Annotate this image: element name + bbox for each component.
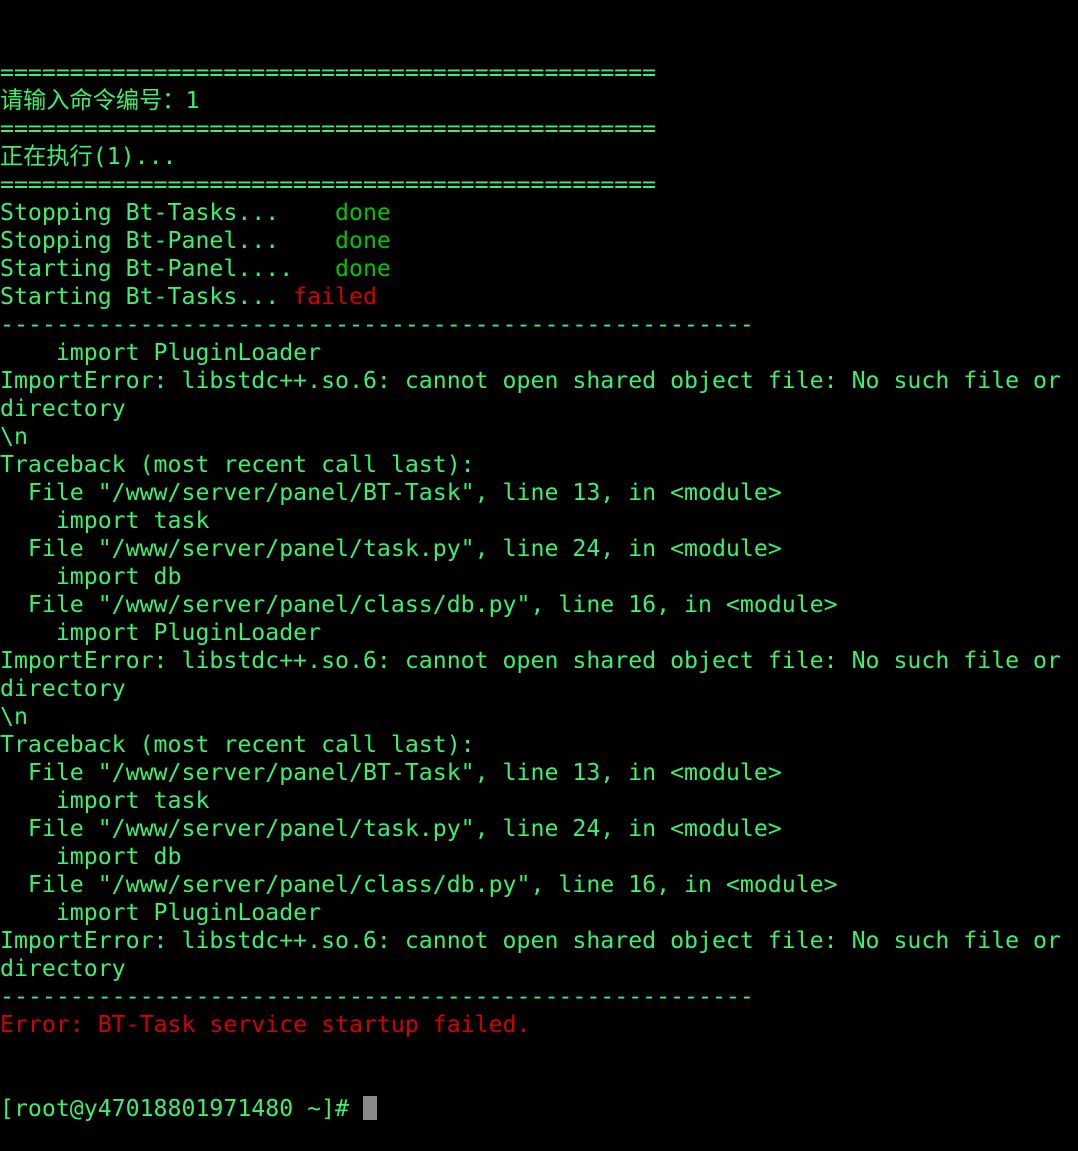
status-done: done	[335, 199, 391, 226]
status-error: failed	[293, 283, 377, 310]
terminal-line: Error: BT-Task service startup failed.	[0, 1011, 1078, 1039]
line-text: ========================================…	[0, 171, 657, 198]
terminal-line: ========================================…	[0, 59, 1078, 87]
terminal-line: import db	[0, 843, 1078, 871]
terminal-line: Stopping Bt-Tasks... done	[0, 199, 1078, 227]
line-text: ========================================…	[0, 115, 657, 142]
text-cursor	[362, 1096, 377, 1120]
line-text: File "/www/server/panel/task.py", line 2…	[0, 535, 782, 562]
line-text: ----------------------------------------…	[0, 983, 754, 1010]
line-text: Starting Bt-Tasks...	[0, 283, 294, 310]
line-text: directory	[0, 675, 126, 702]
terminal-line: Starting Bt-Tasks... failed	[0, 283, 1078, 311]
terminal-line: File "/www/server/panel/class/db.py", li…	[0, 871, 1078, 899]
line-text: Traceback (most recent call last):	[0, 451, 475, 478]
line-text: import PluginLoader	[0, 899, 322, 926]
line-text: 请输入命令编号：1	[0, 87, 200, 114]
terminal-line: File "/www/server/panel/task.py", line 2…	[0, 535, 1078, 563]
terminal-line: import task	[0, 787, 1078, 815]
line-text: directory	[0, 395, 126, 422]
terminal-line: ----------------------------------------…	[0, 311, 1078, 339]
line-text: Stopping Bt-Panel...	[0, 227, 336, 254]
status-done: done	[335, 227, 391, 254]
line-text: import db	[0, 843, 182, 870]
terminal-line: File "/www/server/panel/task.py", line 2…	[0, 815, 1078, 843]
line-text: ImportError: libstdc++.so.6: cannot open…	[0, 927, 1061, 954]
line-text: \n	[0, 703, 28, 730]
line-text: Stopping Bt-Tasks...	[0, 199, 336, 226]
terminal-line: ========================================…	[0, 171, 1078, 199]
line-text: File "/www/server/panel/class/db.py", li…	[0, 591, 838, 618]
line-text: \n	[0, 423, 28, 450]
terminal-line: File "/www/server/panel/class/db.py", li…	[0, 591, 1078, 619]
status-error: Error: BT-Task service startup failed.	[0, 1011, 531, 1038]
line-text: Traceback (most recent call last):	[0, 731, 475, 758]
terminal-line: Traceback (most recent call last):	[0, 731, 1078, 759]
line-text: Starting Bt-Panel....	[0, 255, 336, 282]
terminal-line: ImportError: libstdc++.so.6: cannot open…	[0, 647, 1078, 675]
terminal-line: 正在执行(1)...	[0, 143, 1078, 171]
terminal-line: \n	[0, 423, 1078, 451]
line-text: ----------------------------------------…	[0, 311, 754, 338]
terminal-line: 请输入命令编号：1	[0, 87, 1078, 115]
terminal-line: import PluginLoader	[0, 899, 1078, 927]
line-text: directory	[0, 955, 126, 982]
line-text: import db	[0, 563, 182, 590]
line-text: File "/www/server/panel/BT-Task", line 1…	[0, 759, 782, 786]
status-done: done	[335, 255, 391, 282]
terminal-line: ImportError: libstdc++.so.6: cannot open…	[0, 367, 1078, 395]
terminal-line: Traceback (most recent call last):	[0, 451, 1078, 479]
terminal-line: ----------------------------------------…	[0, 983, 1078, 1011]
terminal-line: \n	[0, 703, 1078, 731]
line-text: File "/www/server/panel/class/db.py", li…	[0, 871, 838, 898]
line-text: ImportError: libstdc++.so.6: cannot open…	[0, 367, 1061, 394]
terminal-line: directory	[0, 675, 1078, 703]
line-text: import PluginLoader	[0, 619, 322, 646]
terminal-line: directory	[0, 955, 1078, 983]
terminal-line: import PluginLoader	[0, 619, 1078, 647]
terminal-line: File "/www/server/panel/BT-Task", line 1…	[0, 479, 1078, 507]
terminal-line: ========================================…	[0, 115, 1078, 143]
line-text: File "/www/server/panel/task.py", line 2…	[0, 815, 782, 842]
terminal-output[interactable]: ========================================…	[0, 0, 1078, 1151]
terminal-line: Stopping Bt-Panel... done	[0, 227, 1078, 255]
shell-prompt-line[interactable]: [root@y47018801971480 ~]#	[0, 1095, 1078, 1123]
line-text: import PluginLoader	[0, 339, 322, 366]
terminal-line: directory	[0, 395, 1078, 423]
line-text: import task	[0, 787, 210, 814]
shell-prompt: [root@y47018801971480 ~]#	[0, 1095, 363, 1122]
terminal-line: import db	[0, 563, 1078, 591]
line-text: File "/www/server/panel/BT-Task", line 1…	[0, 479, 782, 506]
line-text: ========================================…	[0, 59, 657, 86]
terminal-line: File "/www/server/panel/BT-Task", line 1…	[0, 759, 1078, 787]
line-text: ImportError: libstdc++.so.6: cannot open…	[0, 647, 1061, 674]
terminal-line: import PluginLoader	[0, 339, 1078, 367]
line-text: import task	[0, 507, 210, 534]
line-text: 正在执行(1)...	[0, 143, 177, 170]
terminal-line: Starting Bt-Panel.... done	[0, 255, 1078, 283]
terminal-line: import task	[0, 507, 1078, 535]
terminal-line: ImportError: libstdc++.so.6: cannot open…	[0, 927, 1078, 955]
terminal-lines: ========================================…	[0, 59, 1078, 1039]
